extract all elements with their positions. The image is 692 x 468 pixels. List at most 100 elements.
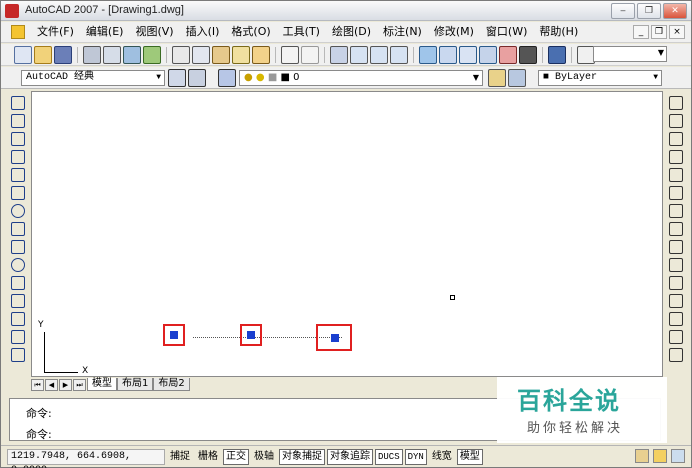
text-style-dropdown[interactable]: ▼	[593, 46, 667, 62]
tab-first-button[interactable]: ⏮	[31, 378, 44, 391]
paste-icon[interactable]	[212, 45, 230, 64]
grip-end-highlight[interactable]	[316, 324, 352, 351]
tab-next-button[interactable]: ▶	[59, 378, 72, 391]
copy-object-icon[interactable]	[669, 114, 683, 128]
tool-palettes-icon[interactable]	[459, 45, 477, 64]
polyline-icon[interactable]	[11, 132, 25, 146]
polygon-icon[interactable]	[11, 150, 25, 164]
offset-icon[interactable]	[669, 150, 683, 164]
menu-draw[interactable]: 绘图(D)	[326, 23, 377, 41]
grip-start-highlight[interactable]	[163, 324, 185, 346]
menu-modify[interactable]: 修改(M)	[428, 23, 480, 41]
grid-toggle[interactable]: 栅格	[195, 448, 221, 465]
design-center-icon[interactable]	[439, 45, 457, 64]
join-icon[interactable]	[669, 330, 683, 344]
grip-start[interactable]	[170, 331, 178, 339]
rectangle-icon[interactable]	[11, 168, 25, 182]
lineweight-toggle[interactable]: 线宽	[428, 448, 455, 465]
grip-mid[interactable]	[247, 331, 255, 339]
open-icon[interactable]	[34, 45, 52, 64]
extend-icon[interactable]	[669, 276, 683, 290]
spline-icon[interactable]	[11, 240, 25, 254]
stretch-icon[interactable]	[669, 240, 683, 254]
layer-dropdown[interactable]: ● ● ■ ■ 0 ▼	[239, 70, 483, 86]
break-icon[interactable]	[669, 312, 683, 326]
line-icon[interactable]	[11, 96, 25, 110]
lock-toolbar-icon[interactable]	[653, 449, 667, 463]
layer-previous-icon[interactable]	[508, 69, 526, 87]
circle-icon[interactable]	[11, 204, 25, 218]
drawing-canvas[interactable]: Y X	[31, 91, 663, 377]
otrack-toggle[interactable]: 对象追踪	[327, 448, 373, 465]
print-preview-icon[interactable]	[103, 45, 121, 64]
ellipse-arc-icon[interactable]	[11, 276, 25, 290]
doc-close-button[interactable]: ×	[669, 25, 685, 39]
command-prompt[interactable]: 命令:	[26, 426, 52, 442]
tab-last-button[interactable]: ⏭	[73, 378, 86, 391]
ducs-toggle[interactable]: DUCS	[375, 448, 403, 465]
rotate-icon[interactable]	[669, 204, 683, 218]
point-icon[interactable]	[11, 330, 25, 344]
workspace-settings-icon[interactable]	[168, 69, 186, 87]
close-button[interactable]: ✕	[663, 3, 687, 19]
cut-icon[interactable]	[172, 45, 190, 64]
communication-center-icon[interactable]	[635, 449, 649, 463]
3d-dwf-icon[interactable]	[143, 45, 161, 64]
menu-view[interactable]: 视图(V)	[129, 23, 179, 41]
clean-screen-icon[interactable]	[671, 449, 685, 463]
mirror-icon[interactable]	[669, 132, 683, 146]
tab-model[interactable]: 模型	[87, 378, 117, 391]
move-icon[interactable]	[669, 186, 683, 200]
dyn-toggle[interactable]: DYN	[404, 448, 427, 465]
menu-file[interactable]: 文件(F)	[31, 23, 80, 41]
minimize-button[interactable]: ‒	[611, 3, 635, 19]
insert-block-icon[interactable]	[11, 294, 25, 308]
pan-icon[interactable]	[330, 45, 348, 64]
document-icon[interactable]	[11, 25, 25, 39]
ellipse-icon[interactable]	[11, 258, 25, 272]
zoom-window-icon[interactable]	[370, 45, 388, 64]
menu-tools[interactable]: 工具(T)	[277, 23, 326, 41]
scale-icon[interactable]	[669, 222, 683, 236]
grip-mid-highlight[interactable]	[240, 324, 262, 346]
ortho-toggle[interactable]: 正交	[223, 448, 249, 465]
menu-format[interactable]: 格式(O)	[225, 23, 276, 41]
workspace-dropdown[interactable]: AutoCAD 经典 ▼	[21, 70, 165, 86]
chamfer-icon[interactable]	[669, 348, 683, 362]
doc-restore-button[interactable]: ❐	[651, 25, 667, 39]
copy-icon[interactable]	[192, 45, 210, 64]
match-properties-icon[interactable]	[232, 45, 250, 64]
construction-line-icon[interactable]	[11, 114, 25, 128]
polar-toggle[interactable]: 极轴	[251, 448, 277, 465]
new-icon[interactable]	[14, 45, 32, 64]
tab-layout2[interactable]: 布局2	[153, 378, 190, 391]
publish-icon[interactable]	[123, 45, 141, 64]
layer-properties-icon[interactable]	[218, 69, 236, 87]
break-at-point-icon[interactable]	[669, 294, 683, 308]
make-current-layer-icon[interactable]	[488, 69, 506, 87]
model-toggle[interactable]: 模型	[456, 448, 483, 465]
sheet-set-icon[interactable]	[479, 45, 497, 64]
save-workspace-icon[interactable]	[188, 69, 206, 87]
snap-toggle[interactable]: 捕捉	[167, 448, 193, 465]
restore-button[interactable]: ❐	[637, 3, 661, 19]
revision-cloud-icon[interactable]	[11, 222, 25, 236]
tab-prev-button[interactable]: ◀	[45, 378, 58, 391]
osnap-toggle[interactable]: 对象捕捉	[279, 448, 325, 465]
tab-layout1[interactable]: 布局1	[117, 378, 154, 391]
coordinates-display[interactable]: 1219.7948, 664.6908, 0.0000	[7, 448, 165, 468]
doc-minimize-button[interactable]: _	[633, 25, 649, 39]
array-icon[interactable]	[669, 168, 683, 182]
properties-icon[interactable]	[419, 45, 437, 64]
calculator-icon[interactable]	[519, 45, 537, 64]
arc-icon[interactable]	[11, 186, 25, 200]
menu-insert[interactable]: 插入(I)	[180, 23, 226, 41]
grip-end[interactable]	[331, 334, 339, 342]
undo-icon[interactable]	[281, 45, 299, 64]
help-icon[interactable]	[548, 45, 566, 64]
print-icon[interactable]	[83, 45, 101, 64]
make-block-icon[interactable]	[11, 312, 25, 326]
menu-dimension[interactable]: 标注(N)	[377, 23, 428, 41]
redo-icon[interactable]	[301, 45, 319, 64]
menu-edit[interactable]: 编辑(E)	[80, 23, 130, 41]
